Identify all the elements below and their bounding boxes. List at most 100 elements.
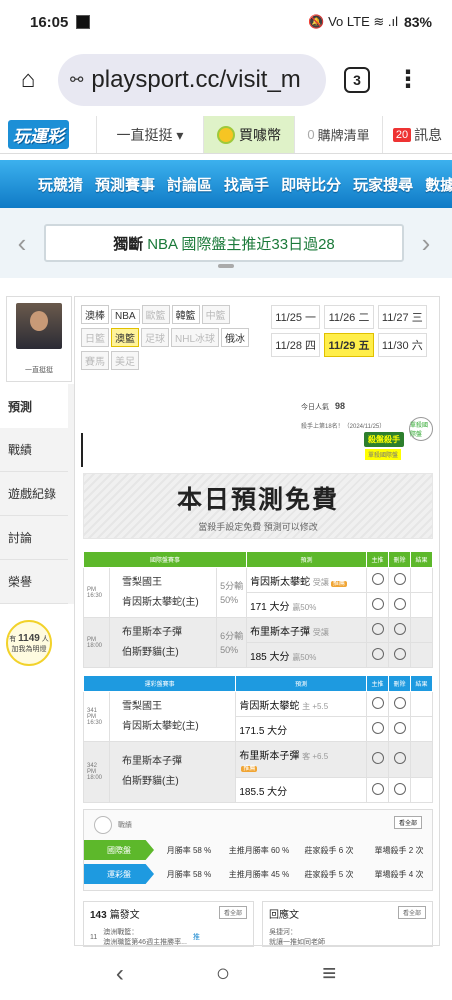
date-tab[interactable]: 11/29 五 bbox=[324, 333, 374, 357]
table-row: PM 16:30 雪梨國王 肯因斯太攀蛇(主) 5分輸 50% 肯因斯太攀蛇 受讓… bbox=[83, 567, 433, 618]
site-logo[interactable]: 玩運彩 bbox=[0, 116, 96, 153]
profile-avatar-box[interactable]: 一直挺挺 bbox=[6, 296, 72, 382]
killer-mascot: 殺盤殺手 單殺國際盤 單殺國際盤 bbox=[355, 397, 435, 465]
sidebar-item-predict[interactable]: 預測 bbox=[0, 384, 68, 428]
posts-more-button[interactable]: 看全部 bbox=[218, 906, 247, 919]
home-circle-icon[interactable]: ○ bbox=[216, 960, 231, 988]
date-tab[interactable]: 11/25 一 bbox=[271, 305, 321, 329]
browser-menu-icon[interactable]: ⋮ bbox=[396, 68, 420, 92]
delete-radio[interactable] bbox=[388, 691, 411, 717]
nav-item-guess[interactable]: 玩競猜 bbox=[38, 174, 83, 195]
tab-switcher-button[interactable]: 3 bbox=[344, 67, 370, 93]
post-item[interactable]: 11 澳洲戰籃： 澳洲職籃第46週主推勝率... 推 bbox=[90, 927, 247, 947]
buy-coin-button[interactable]: 買噱幣 bbox=[204, 116, 294, 153]
nav-item-livescore[interactable]: 即時比分 bbox=[281, 174, 341, 195]
nav-item-experts[interactable]: 找高手 bbox=[224, 174, 269, 195]
main-pick-radio[interactable] bbox=[366, 716, 389, 742]
prediction-panel: 澳棒 NBA 歐籃 韓籃 中籃日籃 澳籃 足球 NHL冰球 俄冰賽馬 美足 11/25 一 11/2… bbox=[74, 296, 440, 947]
game-num-time: 342 PM 18:00 bbox=[83, 741, 110, 803]
main-pick-radio[interactable] bbox=[366, 642, 389, 668]
category-tag[interactable]: 足球 bbox=[141, 328, 169, 347]
pick-cell[interactable]: 布里斯本子彈 客 +6.5 推薦 bbox=[235, 741, 367, 778]
delete-radio[interactable] bbox=[388, 617, 411, 643]
delete-radio[interactable] bbox=[388, 716, 411, 742]
pick-cell[interactable]: 171.5 大分 bbox=[235, 716, 367, 742]
pick-cell[interactable]: 185.5 大分 bbox=[235, 777, 367, 803]
app-notification-icon bbox=[76, 15, 91, 29]
record-title: 戰績 bbox=[118, 822, 132, 829]
ticker-prev-icon[interactable]: ‹ bbox=[0, 228, 44, 259]
category-tag[interactable]: 美足 bbox=[111, 351, 139, 370]
date-tab[interactable]: 11/28 四 bbox=[271, 333, 321, 357]
post-num: 11 bbox=[90, 933, 98, 941]
delete-radio[interactable] bbox=[388, 777, 411, 803]
game-teams: 布里斯本子彈 伯斯野貓(主) bbox=[108, 741, 237, 803]
pick-cell[interactable]: 布里斯本子彈 受讓 bbox=[246, 617, 367, 643]
category-tag[interactable]: 歐籃 bbox=[141, 305, 170, 324]
cart-label: 購牌清單 bbox=[317, 128, 370, 143]
purchase-list-button[interactable]: 0 購牌清單 bbox=[294, 116, 382, 153]
fans-badge[interactable]: 有 1149 人 加我為明燈 bbox=[6, 620, 52, 666]
sidebar-item-record[interactable]: 戰績 bbox=[0, 428, 68, 472]
fans-prefix: 有 bbox=[9, 635, 17, 643]
pick-cell[interactable]: 肯因斯太攀蛇 主 +5.5 bbox=[235, 691, 367, 717]
ticker-next-icon[interactable]: › bbox=[404, 228, 448, 259]
pick-cell[interactable]: 肯因斯太攀蛇 受讓 推薦 bbox=[246, 567, 367, 593]
delete-radio[interactable] bbox=[388, 741, 411, 778]
delete-radio[interactable] bbox=[388, 642, 411, 668]
sidebar-item-discussion[interactable]: 討論 bbox=[0, 516, 68, 560]
delete-radio[interactable] bbox=[388, 567, 411, 593]
site-settings-icon[interactable]: ⚯ bbox=[70, 70, 83, 90]
messages-button[interactable]: 20 訊息 bbox=[382, 116, 452, 153]
ticker-prefix: 獨斷 bbox=[113, 235, 144, 253]
main-pick-radio[interactable] bbox=[366, 741, 389, 778]
date-tab[interactable]: 11/30 六 bbox=[377, 333, 427, 357]
category-tag[interactable]: 韓籃 bbox=[171, 305, 200, 324]
avatar[interactable] bbox=[16, 303, 62, 349]
pick-cell[interactable]: 171 大分 贏50% bbox=[246, 592, 367, 618]
nav-item-forum[interactable]: 討論區 bbox=[167, 174, 212, 195]
free-prediction-banner: 本日預測免費 當殺手設定免費 預測可以修改 bbox=[83, 473, 433, 539]
category-tag[interactable]: NHL冰球 bbox=[171, 328, 220, 347]
category-tag[interactable]: 澳籃 bbox=[111, 328, 139, 347]
result-cell bbox=[410, 617, 433, 643]
delete-radio[interactable] bbox=[388, 592, 411, 618]
result-cell bbox=[410, 741, 433, 778]
sidebar-item-game-log[interactable]: 遊戲紀錄 bbox=[0, 472, 68, 516]
battery-level: 83% bbox=[403, 14, 432, 30]
sidebar-item-honor[interactable]: 榮譽 bbox=[0, 560, 68, 604]
date-tab[interactable]: 11/26 二 bbox=[324, 305, 374, 329]
announcement-input[interactable] bbox=[81, 433, 363, 467]
date-tab[interactable]: 11/27 三 bbox=[377, 305, 427, 329]
game-teams: 雪梨國王 肯因斯太攀蛇(主) bbox=[108, 691, 237, 742]
recents-icon[interactable]: ≡ bbox=[322, 960, 336, 988]
home-icon[interactable]: ⌂ bbox=[10, 62, 46, 98]
record-more-button[interactable]: 看全部 bbox=[393, 816, 422, 829]
record-icon bbox=[94, 816, 112, 834]
reply-item[interactable]: 吳捷河： 就讓一推如同老師 bbox=[269, 927, 426, 947]
main-pick-radio[interactable] bbox=[366, 592, 389, 618]
url-text[interactable]: playsport.cc/visit_m bbox=[91, 66, 300, 94]
category-tag[interactable]: 中籃 bbox=[201, 305, 230, 324]
main-pick-radio[interactable] bbox=[366, 691, 389, 717]
category-tag[interactable]: 賽馬 bbox=[81, 351, 109, 370]
user-dropdown[interactable]: 一直挺挺 ▾ bbox=[96, 116, 204, 153]
nav-item-predict[interactable]: 預測賽事 bbox=[95, 174, 155, 195]
main-pick-radio[interactable] bbox=[366, 567, 389, 593]
ticker-text: NBA 國際盤主推近33日過28 bbox=[147, 235, 335, 253]
main-pick-radio[interactable] bbox=[366, 777, 389, 803]
back-icon[interactable]: ‹ bbox=[116, 960, 124, 988]
nav-item-player-search[interactable]: 玩家搜尋 bbox=[353, 174, 413, 195]
category-tag[interactable]: NBA bbox=[111, 309, 140, 324]
ticker-item[interactable]: 獨斷 NBA 國際盤主推近33日過28 bbox=[44, 224, 404, 262]
main-pick-radio[interactable] bbox=[366, 617, 389, 643]
header-cell: 預測 bbox=[235, 675, 367, 692]
nav-item-data[interactable]: 數據 bbox=[425, 174, 452, 195]
replies-more-button[interactable]: 看全部 bbox=[397, 906, 426, 919]
pick-cell[interactable]: 185 大分 贏50% bbox=[246, 642, 367, 668]
category-tag[interactable]: 日籃 bbox=[81, 328, 109, 347]
category-tag[interactable]: 俄冰 bbox=[221, 328, 250, 347]
local-odds-table: 運彩盤賽事 預測 主推 刪除 結果 341 PM 16:30 雪梨國王 肯因斯太攀蛇… bbox=[82, 675, 433, 803]
category-tag[interactable]: 澳棒 bbox=[81, 305, 109, 324]
address-bar[interactable]: ⚯ playsport.cc/visit_m bbox=[58, 54, 326, 106]
